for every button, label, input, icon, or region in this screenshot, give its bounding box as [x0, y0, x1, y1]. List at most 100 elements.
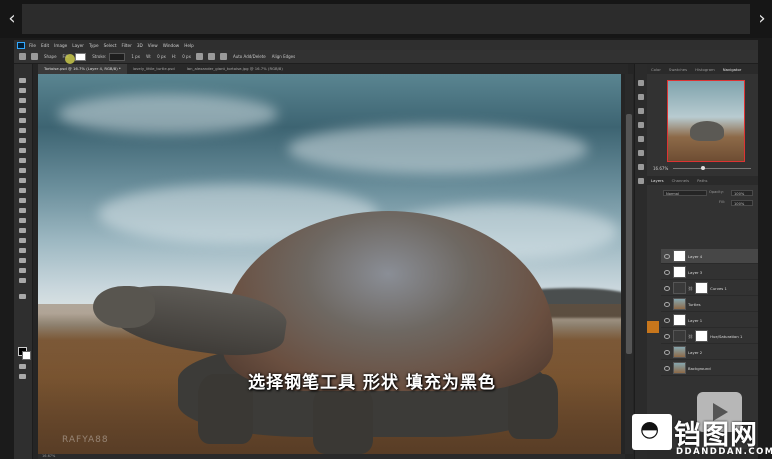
- gradient-tool-icon[interactable]: [19, 198, 26, 203]
- document-canvas[interactable]: [38, 74, 621, 454]
- home-icon[interactable]: [19, 53, 26, 60]
- lasso-tool-icon[interactable]: [19, 98, 26, 103]
- hand-tool-icon[interactable]: [19, 268, 26, 273]
- eyedropper-tool-icon[interactable]: [19, 138, 26, 143]
- tab-swatches[interactable]: Swatches: [665, 67, 691, 72]
- menu-filter[interactable]: Filter: [121, 43, 131, 48]
- zoom-slider-knob[interactable]: [701, 165, 706, 170]
- path-selection-tool-icon[interactable]: [19, 248, 26, 253]
- history-brush-tool-icon[interactable]: [19, 178, 26, 183]
- player-title-area: [22, 4, 750, 34]
- path-operations-icon[interactable]: [195, 53, 203, 60]
- menu-image[interactable]: Image: [54, 43, 67, 48]
- layer-thumbnail: [673, 314, 686, 326]
- properties-icon[interactable]: [638, 94, 644, 100]
- healing-brush-tool-icon[interactable]: [19, 148, 26, 153]
- path-alignment-icon[interactable]: [207, 53, 215, 60]
- tool-mode-select[interactable]: Shape: [44, 54, 57, 59]
- vertical-scrollbar[interactable]: [625, 74, 633, 454]
- layer-mask-thumbnail[interactable]: [695, 282, 709, 294]
- visibility-eye-icon[interactable]: [664, 333, 670, 339]
- fill-swatch[interactable]: [75, 52, 87, 61]
- menu-edit[interactable]: Edit: [41, 43, 49, 48]
- auto-add-delete-checkbox[interactable]: Auto Add/Delete: [233, 54, 266, 59]
- visibility-eye-icon[interactable]: [664, 253, 670, 259]
- menu-layer[interactable]: Layer: [72, 43, 84, 48]
- width-field[interactable]: 0 px: [157, 54, 166, 59]
- visibility-eye-icon[interactable]: [664, 349, 670, 355]
- visibility-eye-icon[interactable]: [664, 285, 670, 291]
- glyphs-icon[interactable]: [638, 178, 644, 184]
- tab-paths[interactable]: Paths: [693, 178, 711, 183]
- tab-navigator[interactable]: Navigator: [719, 67, 746, 72]
- tab-histogram[interactable]: Histogram: [691, 67, 719, 72]
- pen-tool-icon[interactable]: [19, 228, 26, 233]
- magic-wand-tool-icon[interactable]: [19, 108, 26, 113]
- document-tab[interactable]: Ian_alexander_giant_tortoise.jpg @ 16.7%…: [181, 64, 289, 74]
- move-tool-icon[interactable]: [19, 78, 26, 83]
- eraser-tool-icon[interactable]: [19, 188, 26, 193]
- more-tools-icon[interactable]: [19, 294, 26, 299]
- zoom-value[interactable]: 16.67%: [653, 166, 668, 171]
- menu-bar: File Edit Image Layer Type Select Filter…: [14, 40, 758, 50]
- layer-row[interactable]: ⛓ Hue/Saturation 1: [661, 329, 758, 344]
- menu-select[interactable]: Select: [104, 43, 117, 48]
- layer-row[interactable]: ⛓ Curves 1: [661, 281, 758, 296]
- layer-mask-thumbnail[interactable]: [695, 330, 709, 342]
- layer-row[interactable]: Layer 3: [661, 265, 758, 280]
- paragraph-icon[interactable]: [638, 136, 644, 142]
- menu-window[interactable]: Window: [163, 43, 180, 48]
- layer-row[interactable]: Layer 1: [661, 313, 758, 328]
- background-color-swatch[interactable]: [22, 351, 31, 360]
- visibility-eye-icon[interactable]: [664, 317, 670, 323]
- blend-mode-select[interactable]: Normal: [663, 190, 707, 196]
- visibility-eye-icon[interactable]: [664, 269, 670, 275]
- menu-file[interactable]: File: [29, 43, 36, 48]
- layer-row[interactable]: Turtles: [661, 297, 758, 312]
- pen-tool-icon[interactable]: [31, 53, 38, 60]
- cloud: [288, 124, 588, 174]
- menu-3d[interactable]: 3D: [137, 43, 143, 48]
- layer-row[interactable]: Layer 4: [661, 249, 758, 264]
- tab-layers[interactable]: Layers: [647, 178, 668, 183]
- zoom-slider[interactable]: [673, 165, 751, 170]
- marquee-tool-icon[interactable]: [19, 88, 26, 93]
- layer-thumbnail: [673, 282, 686, 294]
- navigator-preview[interactable]: [667, 80, 745, 162]
- blur-tool-icon[interactable]: [19, 208, 26, 213]
- frame-tool-icon[interactable]: [19, 128, 26, 133]
- previous-arrow[interactable]: ‹: [3, 4, 21, 34]
- fill-field[interactable]: 100%: [731, 200, 753, 206]
- menu-view[interactable]: View: [148, 43, 158, 48]
- brush-tool-icon[interactable]: [19, 158, 26, 163]
- menu-help[interactable]: Help: [184, 43, 194, 48]
- clone-stamp-tool-icon[interactable]: [19, 168, 26, 173]
- document-tab[interactable]: lovely_little_turtle.psd: [127, 64, 181, 74]
- stroke-size-field[interactable]: [109, 52, 126, 61]
- align-edges-checkbox[interactable]: Align Edges: [272, 54, 295, 59]
- gear-icon[interactable]: [219, 53, 227, 60]
- crop-tool-icon[interactable]: [19, 118, 26, 123]
- menu-type[interactable]: Type: [89, 43, 99, 48]
- height-field[interactable]: 0 px: [182, 54, 191, 59]
- zoom-tool-icon[interactable]: [19, 278, 26, 283]
- next-arrow[interactable]: ›: [753, 4, 771, 34]
- opacity-field[interactable]: 100%: [731, 190, 753, 196]
- tab-channels[interactable]: Channels: [668, 178, 694, 183]
- document-tab-active[interactable]: Tortoise.psd @ 16.7% (Layer 4, RGB/8) *: [38, 64, 127, 74]
- character-icon[interactable]: [638, 150, 644, 156]
- visibility-eye-icon[interactable]: [664, 301, 670, 307]
- rectangle-tool-icon[interactable]: [19, 258, 26, 263]
- mouse-cursor-highlight: [65, 54, 75, 64]
- layer-name: Layer 3: [688, 269, 703, 275]
- dodge-tool-icon[interactable]: [19, 218, 26, 223]
- history-icon[interactable]: [638, 80, 644, 86]
- scrollbar-thumb[interactable]: [626, 114, 632, 354]
- photoshop-logo-icon: [17, 41, 25, 49]
- layer-row[interactable]: Layer 2: [661, 345, 758, 360]
- adjustments-icon[interactable]: [638, 108, 644, 114]
- type-tool-icon[interactable]: [19, 238, 26, 243]
- libraries-icon[interactable]: [638, 122, 644, 128]
- tab-color[interactable]: Color: [647, 67, 665, 72]
- brush-settings-icon[interactable]: [638, 164, 644, 170]
